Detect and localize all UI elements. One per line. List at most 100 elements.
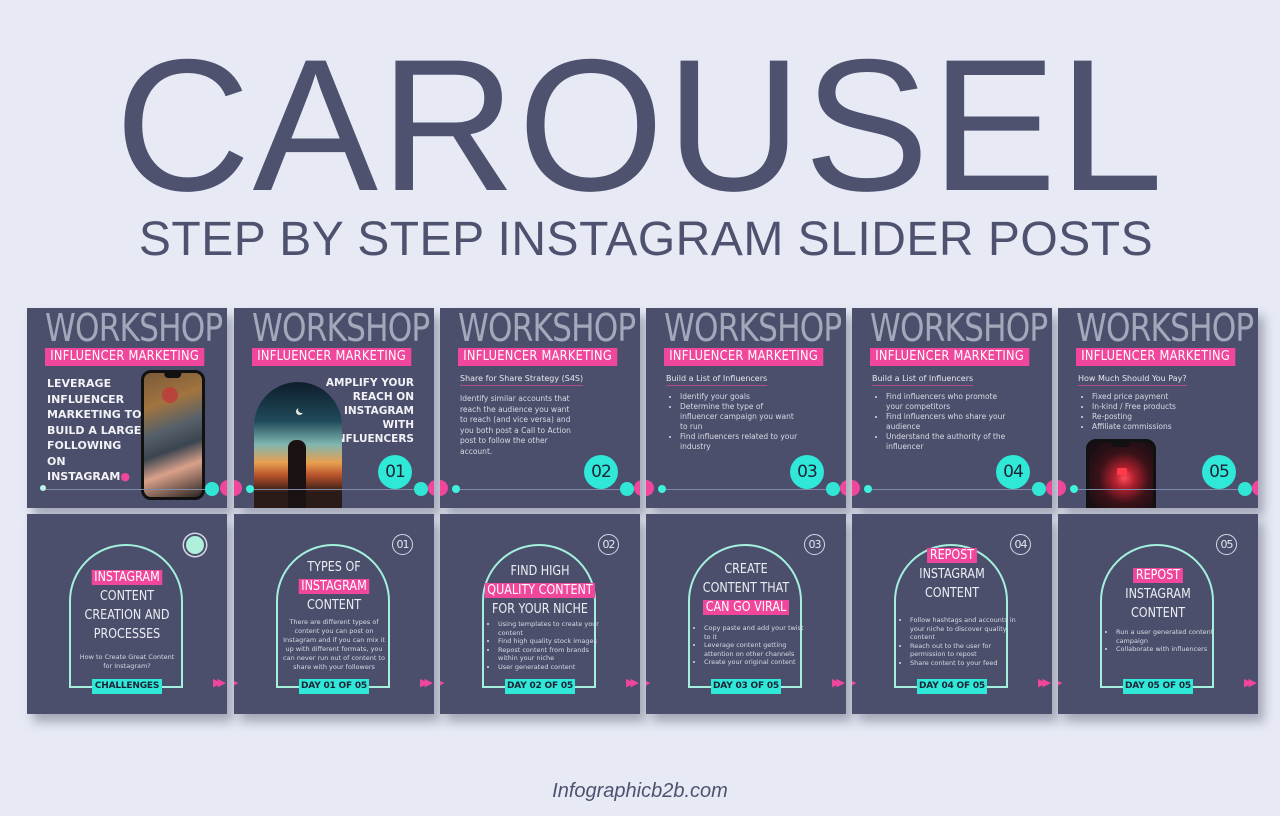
topic-banner: INFLUENCER MARKETING (458, 348, 618, 366)
workshop-label: WORKSHOP (458, 308, 636, 350)
workshop-card-04[interactable]: WORKSHOP INFLUENCER MARKETING Build a Li… (852, 308, 1052, 508)
timeline-pink-dot (852, 480, 860, 496)
timeline-start-dot (40, 485, 46, 491)
topic-banner: INFLUENCER MARKETING (45, 348, 205, 366)
timeline-start-dot (246, 485, 254, 493)
timeline-pink-dot (428, 480, 434, 496)
bullet-item: Create your original content (704, 658, 812, 667)
step-number-badge: 04 (996, 455, 1030, 489)
workshop-label: WORKSHOP (870, 308, 1048, 350)
timeline-teal-dot (826, 482, 840, 496)
timeline-pink-dot (220, 480, 227, 496)
timeline-teal-dot (414, 482, 428, 496)
card-title: FIND HIGH QUALITY CONTENT FOR YOUR NICHE (473, 562, 607, 619)
day-number-ring: 03 (804, 534, 825, 555)
bullet-item: Collaborate with influencers (1116, 645, 1224, 654)
timeline-start-dot (658, 485, 666, 493)
card-bullets: Using templates to create your content F… (490, 620, 606, 672)
bullet-item: Identify your goals (680, 392, 800, 402)
workshop-label: WORKSHOP (664, 308, 842, 350)
challenge-card-day-01[interactable]: 01 ▶ TYPES OF INSTAGRAM CONTENT There ar… (234, 514, 434, 714)
workshop-card-cover[interactable]: WORKSHOP INFLUENCER MARKETING LEVERAGE I… (27, 308, 227, 508)
step-number-badge: 05 (1202, 455, 1236, 489)
timeline-line (458, 489, 628, 490)
bullet-item: In-kind / Free products (1092, 402, 1212, 412)
workshop-card-03[interactable]: WORKSHOP INFLUENCER MARKETING Build a Li… (646, 308, 846, 508)
card-bullets: Identify your goals Determine the type o… (668, 392, 800, 452)
step-number-badge: 01 (378, 455, 412, 489)
timeline-pink-dot (1046, 480, 1052, 496)
card-title: TYPES OF INSTAGRAM CONTENT (267, 558, 401, 615)
timeline-pink-dot (440, 480, 448, 496)
card-title: CREATE CONTENT THAT CAN GO VIRAL (702, 562, 790, 615)
bullet-item: Re-posting (1092, 412, 1212, 422)
card-bullets: Find influencers who promote your compet… (874, 392, 1006, 452)
challenge-card-day-02[interactable]: 02 ▶ FIND HIGH QUALITY CONTENT FOR YOUR … (440, 514, 640, 714)
card-subheading: Share for Share Strategy (S4S) (460, 374, 584, 386)
card-title: REPOST INSTAGRAM CONTENT (1125, 568, 1191, 621)
workshop-card-01[interactable]: WORKSHOP INFLUENCER MARKETING AMPLIFY YO… (234, 308, 434, 508)
timeline-start-dot (864, 485, 872, 493)
double-arrow-right-icon: ▶▶ (626, 676, 639, 689)
bullet-item: Find high quality stock images (498, 637, 606, 646)
timeline-line (45, 489, 217, 490)
challenge-tag: CHALLENGES (92, 679, 162, 694)
day-number-ring: 02 (598, 534, 619, 555)
site-credit[interactable]: Infographicb2b.com (0, 780, 1280, 803)
workshop-card-02[interactable]: WORKSHOP INFLUENCER MARKETING Share for … (440, 308, 640, 508)
timeline-pink-dot (234, 480, 242, 496)
bullet-item: Using templates to create your content (498, 620, 606, 637)
workshop-label: WORKSHOP (1076, 308, 1254, 350)
day-tag: DAY 02 OF 05 (505, 679, 575, 694)
step-number-badge: 03 (790, 455, 824, 489)
workshop-label: WORKSHOP (45, 308, 223, 350)
bullet-item: Find influencers related to your industr… (680, 432, 800, 452)
bullet-item: Determine the type of influencer campaig… (680, 402, 800, 432)
bullet-item: Find influencers who share your audience (886, 412, 1006, 432)
card-body: How to Create Great Content for Instagra… (79, 653, 175, 670)
timeline-start-dot (452, 485, 460, 493)
card-subheading: Build a List of Influencers (666, 374, 768, 386)
workshop-card-05[interactable]: WORKSHOP INFLUENCER MARKETING How Much S… (1058, 308, 1258, 508)
day-number-ring: 01 (392, 534, 413, 555)
double-arrow-right-icon: ▶▶ (213, 676, 226, 689)
challenge-card-day-03[interactable]: 03 ▶ CREATE CONTENT THAT CAN GO VIRAL Co… (646, 514, 846, 714)
card-bullets: Follow hashtags and accounts in your nic… (902, 616, 1018, 668)
double-arrow-right-icon: ▶▶ (1244, 676, 1257, 689)
page-subtitle: STEP BY STEP INSTAGRAM SLIDER POSTS (138, 213, 1154, 266)
timeline-teal-dot (1032, 482, 1046, 496)
bullet-item: Repost content from brands within your n… (498, 646, 606, 663)
topic-banner: INFLUENCER MARKETING (664, 348, 824, 366)
timeline-line (664, 489, 834, 490)
day-number-ring: 05 (1216, 534, 1237, 555)
timeline-pink-dot (646, 480, 654, 496)
mint-dot-icon (186, 536, 204, 554)
timeline-pink-dot (1252, 480, 1258, 496)
day-tag: DAY 04 OF 05 (917, 679, 987, 694)
phone-photo (141, 370, 205, 500)
day-tag: DAY 05 OF 05 (1123, 679, 1193, 694)
bullet-item: Find influencers who promote your compet… (886, 392, 1006, 412)
bullet-item: Understand the authority of the influenc… (886, 432, 1006, 452)
bullet-item: Reach out to the user for permission to … (910, 642, 1018, 659)
like-notification-icon (1117, 468, 1127, 475)
challenge-card-day-05[interactable]: 05 ▶ REPOST INSTAGRAM CONTENT Run a user… (1058, 514, 1258, 714)
challenge-card-cover[interactable]: INSTAGRAM CONTENT CREATION AND PROCESSES… (27, 514, 227, 714)
day-tag: DAY 01 OF 05 (299, 679, 369, 694)
card-bullets: Run a user generated content campaign Co… (1108, 628, 1224, 654)
topic-banner: INFLUENCER MARKETING (252, 348, 412, 366)
card-title: INSTAGRAM CONTENT CREATION AND PROCESSES (84, 570, 170, 642)
day-tag: DAY 03 OF 05 (711, 679, 781, 694)
card-body: Identify similar accounts that reach the… (460, 394, 571, 456)
double-arrow-right-icon: ▶▶ (1038, 676, 1051, 689)
bullet-item: User generated content (498, 663, 606, 672)
challenge-card-day-04[interactable]: 04 ▶ REPOST INSTAGRAM CONTENT Follow has… (852, 514, 1052, 714)
topic-banner: INFLUENCER MARKETING (870, 348, 1030, 366)
timeline-line (252, 489, 422, 490)
workshop-label: WORKSHOP (252, 308, 430, 350)
timeline-line (1076, 489, 1246, 490)
card-bullets: Copy paste and add your twist to it Leve… (696, 624, 812, 667)
page-title: CAROUSEL (114, 20, 1166, 230)
timeline-pink-dot (840, 480, 846, 496)
card-subheading: How Much Should You Pay? (1078, 374, 1187, 386)
